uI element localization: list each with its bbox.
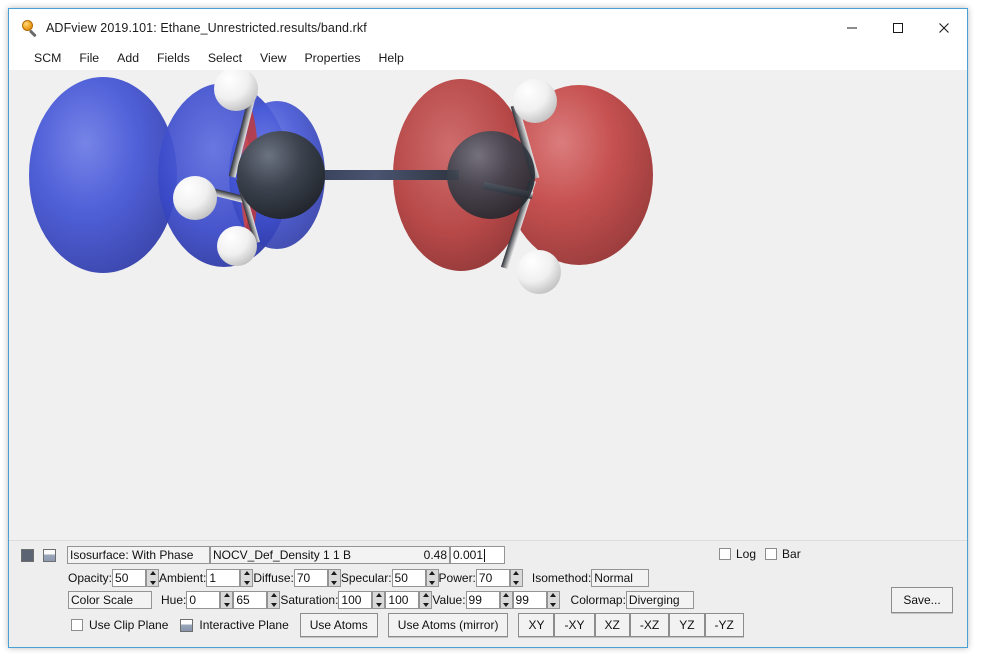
diffuse-label: Diffuse: xyxy=(253,571,293,585)
saturation-low-stepper[interactable] xyxy=(372,591,385,609)
field-name-text: NOCV_Def_Density 1 1 B xyxy=(213,547,351,563)
plane-neg-xy-button[interactable]: -XY xyxy=(554,613,594,637)
menu-item-fields[interactable]: Fields xyxy=(148,49,199,67)
log-bar-row: Log Bar xyxy=(719,547,801,561)
field-name-field[interactable]: NOCV_Def_Density 1 1 B 0.48 xyxy=(210,546,450,564)
color-scale-button[interactable]: Color Scale xyxy=(68,591,152,609)
field-max-text: 0.48 xyxy=(424,547,447,563)
diffuse-stepper[interactable] xyxy=(328,569,341,587)
menu-item-help[interactable]: Help xyxy=(370,49,413,67)
hue-high-stepper[interactable] xyxy=(267,591,280,609)
hue-label: Hue: xyxy=(161,593,186,607)
saturation-low-input[interactable]: 100 xyxy=(338,591,372,609)
ambient-input[interactable]: 1 xyxy=(206,569,240,587)
saturation-label: Saturation: xyxy=(280,593,338,607)
interactive-plane-label: Interactive Plane xyxy=(199,618,288,632)
opacity-label: Opacity: xyxy=(68,571,112,585)
specular-stepper[interactable] xyxy=(426,569,439,587)
colormap-label: Colormap: xyxy=(571,593,626,607)
magnifier-icon xyxy=(22,20,38,36)
value-low-input[interactable]: 99 xyxy=(466,591,500,609)
ambient-label: Ambient: xyxy=(159,571,206,585)
menu-item-add[interactable]: Add xyxy=(108,49,148,67)
power-label: Power: xyxy=(439,571,476,585)
hue-high-input[interactable]: 65 xyxy=(233,591,267,609)
saturation-high-stepper[interactable] xyxy=(419,591,432,609)
screenshot-root: ADFview 2019.101: Ethane_Unrestricted.re… xyxy=(0,0,985,660)
value-low-stepper[interactable] xyxy=(500,591,513,609)
isovalue-text: 0.001 xyxy=(453,547,483,563)
opacity-stepper[interactable] xyxy=(146,569,159,587)
specular-input[interactable]: 50 xyxy=(392,569,426,587)
menu-bar: SCM File Add Fields Select View Properti… xyxy=(9,46,967,70)
use-clip-plane-label: Use Clip Plane xyxy=(89,618,168,632)
saturation-high-input[interactable]: 100 xyxy=(385,591,419,609)
bar-label: Bar xyxy=(782,547,801,561)
plane-neg-yz-button[interactable]: -YZ xyxy=(705,613,744,637)
ambient-stepper[interactable] xyxy=(240,569,253,587)
field-style-toggle[interactable] xyxy=(43,549,56,562)
window-buttons xyxy=(829,9,967,46)
value-high-stepper[interactable] xyxy=(547,591,560,609)
use-atoms-mirror-button[interactable]: Use Atoms (mirror) xyxy=(388,613,509,637)
isomethod-label: Isomethod: xyxy=(532,571,591,585)
opacity-input[interactable]: 50 xyxy=(112,569,146,587)
plane-yz-button[interactable]: YZ xyxy=(669,613,704,637)
title-bar-left: ADFview 2019.101: Ethane_Unrestricted.re… xyxy=(9,20,829,36)
specular-label: Specular: xyxy=(341,571,392,585)
material-row: Opacity: 50 Ambient: 1 Diffuse: 70 Specu… xyxy=(68,569,649,587)
value-label: Value: xyxy=(432,593,465,607)
molecule-viewport[interactable] xyxy=(9,70,967,540)
menu-item-view[interactable]: View xyxy=(251,49,295,67)
interactive-plane-toggle[interactable] xyxy=(180,619,193,632)
plane-row: Use Clip Plane Interactive Plane Use Ato… xyxy=(71,613,744,637)
power-input[interactable]: 70 xyxy=(476,569,510,587)
diffuse-input[interactable]: 70 xyxy=(294,569,328,587)
menu-item-scm[interactable]: SCM xyxy=(25,49,70,67)
log-checkbox[interactable] xyxy=(719,548,731,560)
hue-low-input[interactable]: 0 xyxy=(186,591,220,609)
window-title: ADFview 2019.101: Ethane_Unrestricted.re… xyxy=(46,21,367,35)
field-controls-panel: Isosurface: With Phase NOCV_Def_Density … xyxy=(9,540,967,647)
use-clip-plane-checkbox[interactable] xyxy=(71,619,83,631)
menu-item-file[interactable]: File xyxy=(70,49,108,67)
log-label: Log xyxy=(736,547,756,561)
minimize-button[interactable] xyxy=(829,9,875,46)
molecular-orbital-render xyxy=(9,70,967,540)
value-high-input[interactable]: 99 xyxy=(513,591,547,609)
use-atoms-button[interactable]: Use Atoms xyxy=(300,613,378,637)
isosurface-type-field[interactable]: Isosurface: With Phase xyxy=(67,546,210,564)
color-scale-row: Color Scale Hue: 0 65 Saturation: 100 10… xyxy=(68,591,694,609)
plane-neg-xz-button[interactable]: -XZ xyxy=(630,613,669,637)
bar-checkbox[interactable] xyxy=(765,548,777,560)
adfview-window: ADFview 2019.101: Ethane_Unrestricted.re… xyxy=(8,8,968,648)
power-stepper[interactable] xyxy=(510,569,523,587)
menu-item-select[interactable]: Select xyxy=(199,49,251,67)
colormap-select[interactable]: Diverging xyxy=(626,591,694,609)
close-button[interactable] xyxy=(921,9,967,46)
plane-xy-button[interactable]: XY xyxy=(518,613,554,637)
save-button[interactable]: Save... xyxy=(891,587,953,613)
title-bar: ADFview 2019.101: Ethane_Unrestricted.re… xyxy=(9,9,967,46)
maximize-button[interactable] xyxy=(875,9,921,46)
field-visible-toggle[interactable] xyxy=(21,549,34,562)
isosurface-row: Isosurface: With Phase NOCV_Def_Density … xyxy=(21,546,505,564)
isovalue-input[interactable]: 0.001 xyxy=(450,546,505,564)
hue-low-stepper[interactable] xyxy=(220,591,233,609)
plane-xz-button[interactable]: XZ xyxy=(595,613,630,637)
isomethod-select[interactable]: Normal xyxy=(591,569,649,587)
menu-item-properties[interactable]: Properties xyxy=(295,49,369,67)
